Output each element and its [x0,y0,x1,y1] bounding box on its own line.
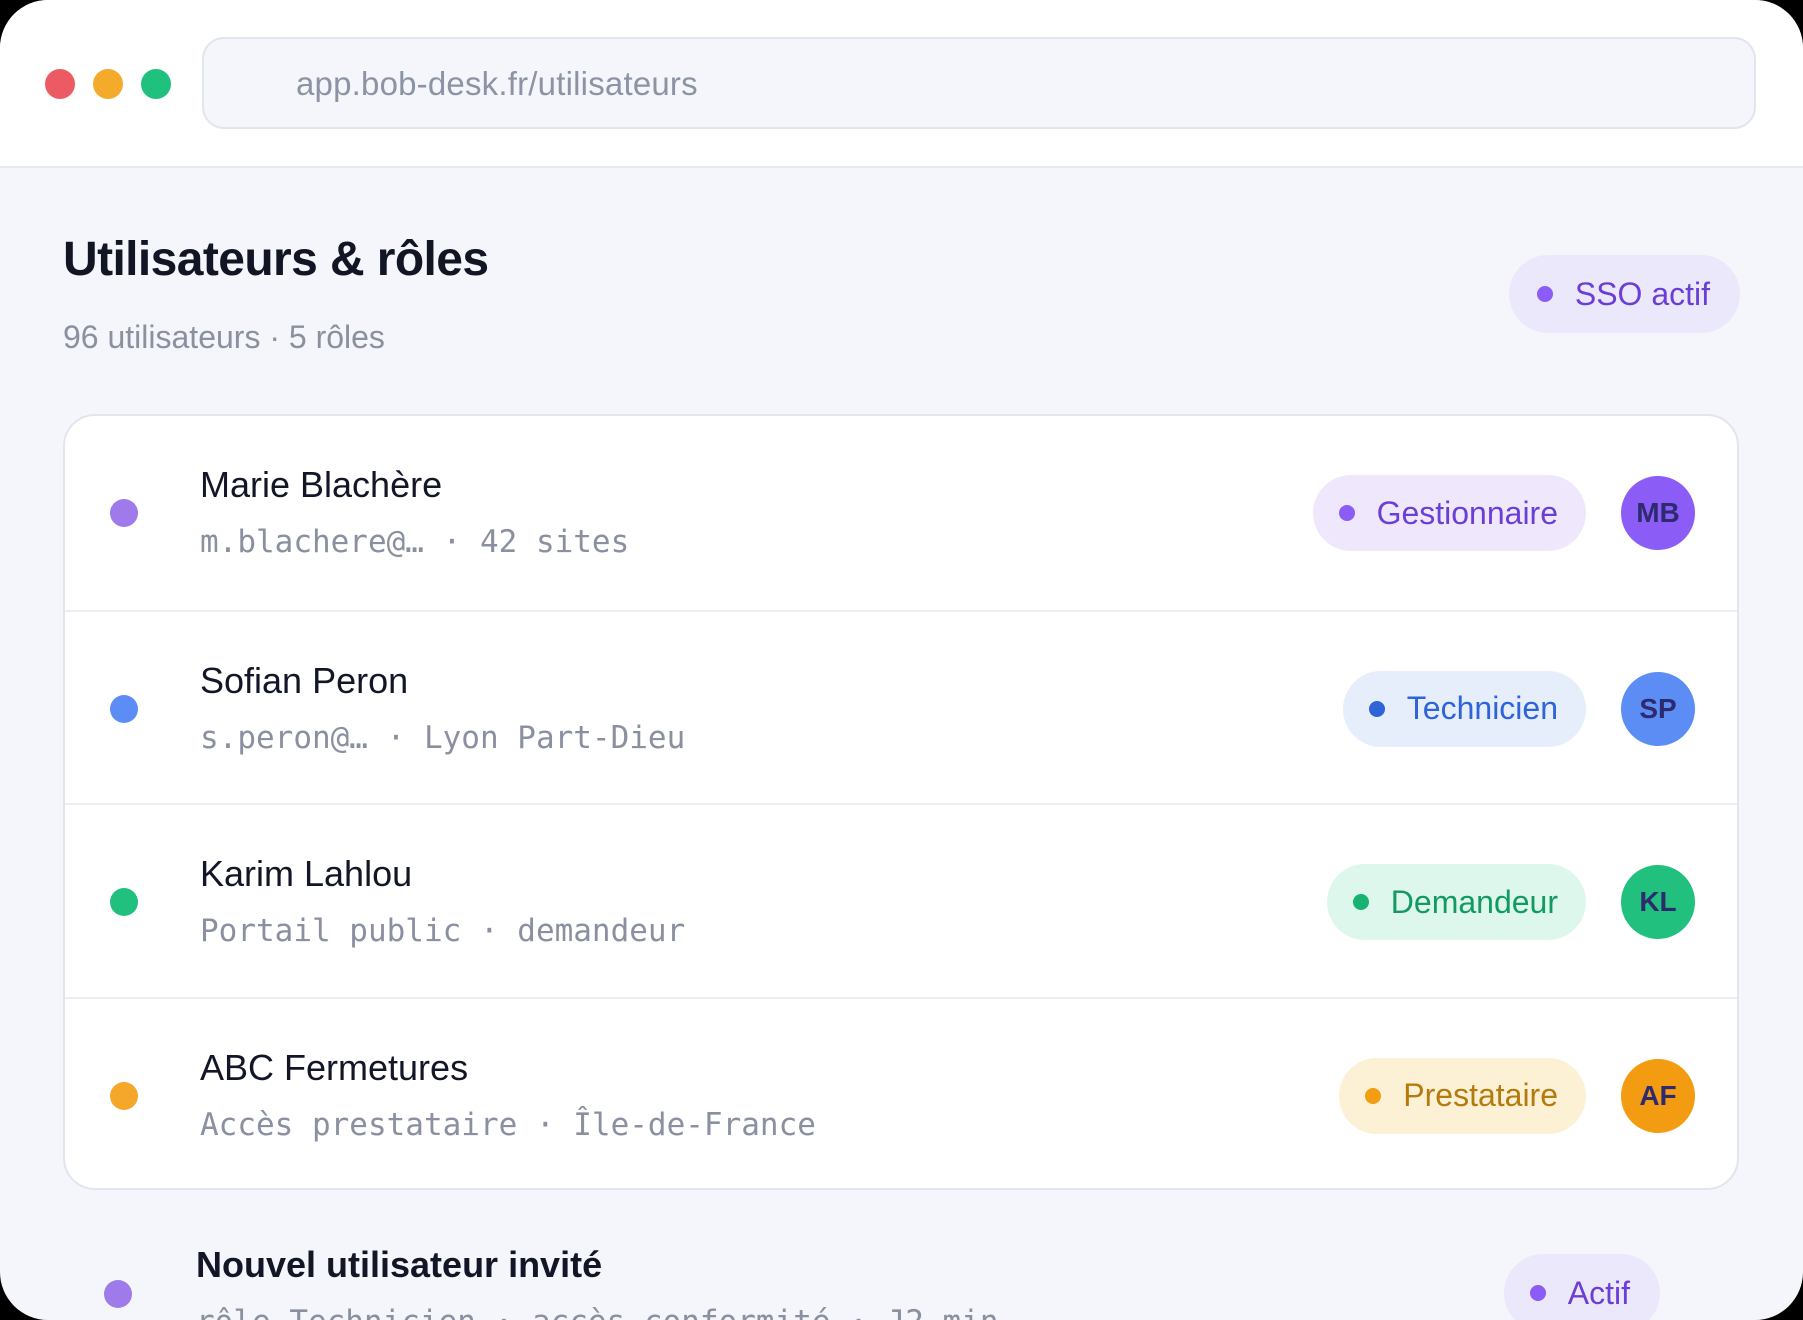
user-status-dot-icon [110,694,138,723]
user-name: Nouvel utilisateur invité [196,1244,603,1285]
user-meta: m.blachere@… · 42 sites [200,524,630,560]
user-name: Karim Lahlou [200,853,413,894]
sso-status-dot-icon [1536,286,1553,302]
user-name: Sofian Peron [200,660,409,701]
user-name: ABC Fermetures [200,1047,469,1088]
role-dot-icon [1368,700,1385,717]
user-meta: Accès prestataire · Île-de-France [200,1107,816,1143]
active-status-label: Actif [1567,1274,1630,1311]
role-dot-icon [1365,1087,1382,1104]
minimize-window-button[interactable] [93,69,123,99]
avatar[interactable]: AF [1621,1058,1695,1133]
role-dot-icon [1338,505,1355,521]
role-badge[interactable]: Technicien [1342,670,1586,747]
user-meta: s.peron@… · Lyon Part-Dieu [200,720,686,756]
user-status-dot-icon [110,888,138,916]
url-text: app.bob-desk.fr/utilisateurs [296,65,698,102]
role-badge[interactable]: Gestionnaire [1312,475,1586,551]
avatar[interactable]: SP [1621,671,1695,746]
invited-user-row[interactable]: Nouvel utilisateur invité rôle Technicie… [0,1220,1803,1320]
address-bar[interactable]: app.bob-desk.fr/utilisateurs [202,37,1756,129]
user-row[interactable]: ABC Fermetures Accès prestataire · Île-de… [65,997,1737,1188]
role-label: Technicien [1406,690,1558,726]
role-badge[interactable]: Demandeur [1326,864,1586,940]
sso-status-badge: SSO actif [1508,255,1740,333]
user-row[interactable]: Marie Blachère m.blachere@… · 42 sites Ges… [65,416,1737,610]
browser-chrome: app.bob-desk.fr/utilisateurs [0,0,1803,168]
user-row[interactable]: Karim Lahlou Portail public · demandeur De… [65,803,1737,997]
user-row[interactable]: Sofian Peron s.peron@… · Lyon Part-Dieu Te… [65,610,1737,803]
avatar[interactable]: MB [1621,476,1695,550]
role-label: Prestataire [1403,1077,1558,1113]
avatar[interactable]: KL [1621,865,1695,939]
close-window-button[interactable] [45,69,75,99]
user-meta: Portail public · demandeur [200,913,686,949]
role-label: Gestionnaire [1376,494,1558,531]
user-status-dot-icon [110,1081,138,1110]
maximize-window-button[interactable] [141,69,171,99]
role-dot-icon [1352,894,1369,910]
sso-status-label: SSO actif [1574,275,1710,312]
page-title: Utilisateurs & rôles [63,233,489,286]
role-badge[interactable]: Prestataire [1339,1057,1586,1134]
user-list: Marie Blachère m.blachere@… · 42 sites Ges… [63,414,1739,1190]
active-status-badge: Actif [1503,1254,1660,1320]
role-label: Demandeur [1390,883,1558,920]
user-name: Marie Blachère [200,464,443,505]
active-status-dot-icon [1529,1285,1546,1301]
page-subtitle: 96 utilisateurs · 5 rôles [63,319,385,355]
user-status-dot-icon [110,499,138,527]
user-meta: rôle Technicien · accès conformité · J2 … [196,1304,999,1320]
browser-window: app.bob-desk.fr/utilisateurs Utilisateur… [0,0,1803,1320]
user-status-dot-icon [104,1280,132,1308]
